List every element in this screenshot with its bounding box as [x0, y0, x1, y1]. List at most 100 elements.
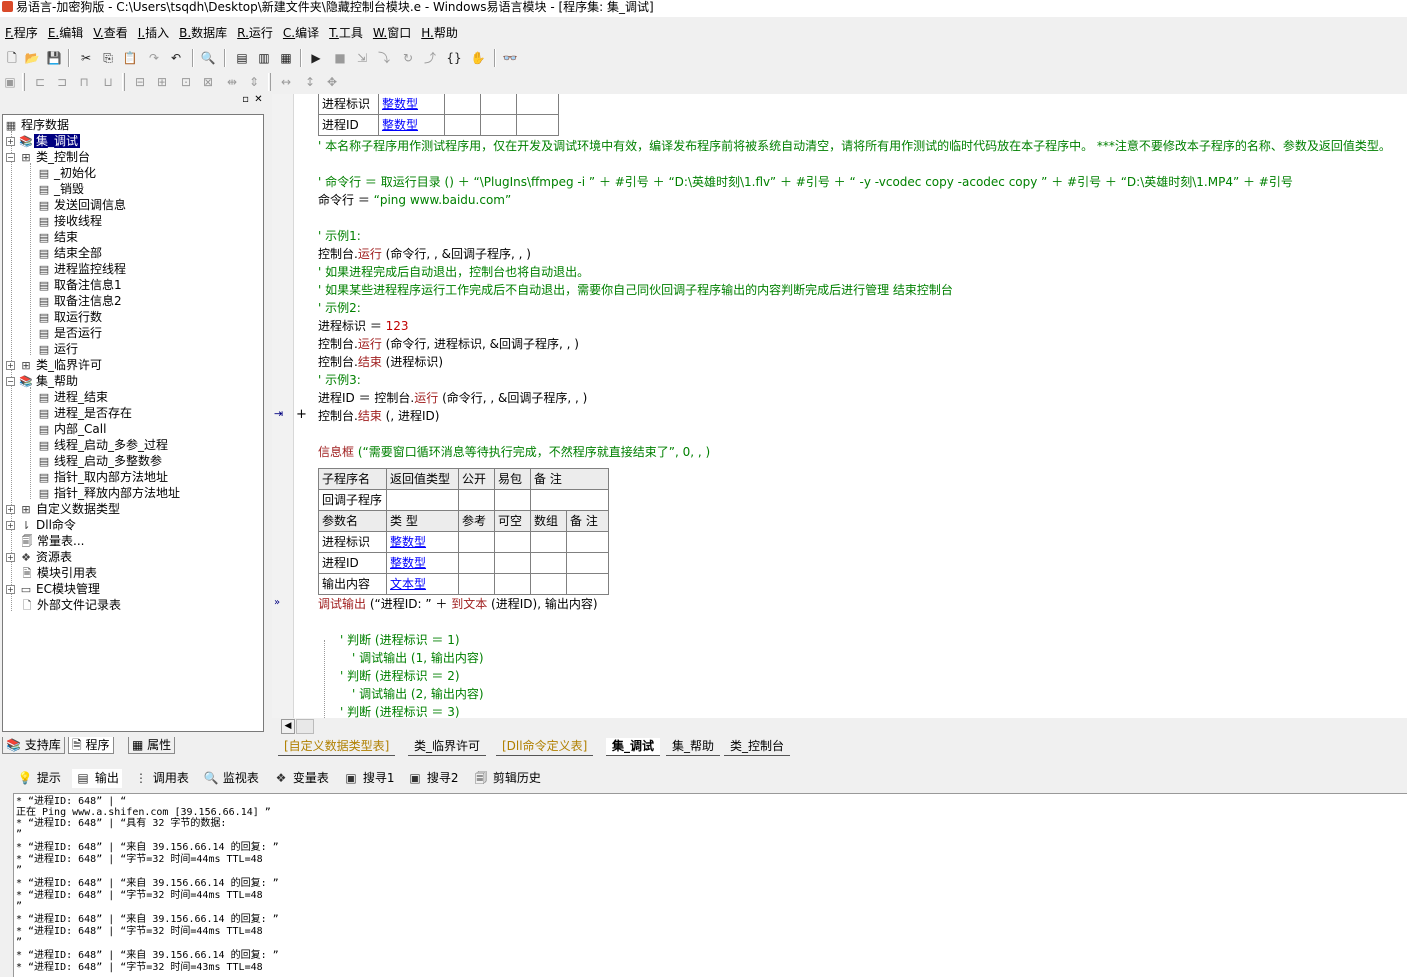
copy-icon[interactable]: ⎘ — [98, 49, 118, 67]
tree-item-class-critical[interactable]: + ⊞ 类_临界许可 — [6, 357, 104, 373]
output-pane[interactable]: * “进程ID: 648” | “ 正在 Ping www.a.shifen.c… — [13, 793, 1407, 977]
tree-item-method[interactable]: ▤ 进程_是否存在 — [36, 405, 134, 421]
find-icon[interactable]: 🔍 — [198, 49, 218, 67]
tree-item-method[interactable]: ▤ 进程_结束 — [36, 389, 110, 405]
tree-item-class-console[interactable]: − ⊞ 类_控制台 — [6, 149, 92, 165]
menu-run[interactable]: R.运行 — [232, 23, 278, 43]
step-icon[interactable]: ⇲ — [352, 49, 372, 67]
step-over-icon[interactable]: ↻ — [398, 49, 418, 67]
align-top-icon[interactable]: ⊓ — [74, 73, 94, 91]
tree-item-ec-modules[interactable]: + ▭ EC模块管理 — [6, 581, 102, 597]
scroll-thumb[interactable] — [296, 719, 314, 734]
size-both-icon[interactable]: ✥ — [322, 73, 342, 91]
space-v-icon[interactable]: ⇕ — [244, 73, 264, 91]
same-width-icon[interactable]: ⊡ — [176, 73, 196, 91]
tab-support-library[interactable]: 📚 支持库 — [2, 737, 65, 754]
menu-database[interactable]: B.数据库 — [174, 23, 232, 43]
tree-item-method[interactable]: ▤ 指针_取内部方法地址 — [36, 469, 170, 485]
breakpoint-arrow-icon[interactable]: ⇥ — [274, 407, 283, 420]
editor-hscrollbar[interactable]: ◀ — [272, 718, 1407, 735]
new-file-icon[interactable]: 🗋 — [2, 49, 22, 67]
code-editor[interactable]: ⇥ » + 进程标识 整数型 进程ID 整数型 ' 本名称子程序用作测试程序用，仅在… — [272, 94, 1407, 718]
layout3-icon[interactable]: ▦ — [276, 49, 296, 67]
tree-item-module-refs[interactable]: 🗎 模块引用表 — [19, 565, 99, 581]
menu-insert[interactable]: I.插入 — [133, 23, 174, 43]
tree-item-method[interactable]: ▤ 运行 — [36, 341, 80, 357]
step-into-icon[interactable]: ⤵ — [374, 49, 394, 67]
restore-panel-icon[interactable]: ▫ — [240, 95, 251, 106]
tree-item-custom-types[interactable]: + ⊞ 自定义数据类型 — [6, 501, 122, 517]
tree-item-method[interactable]: ▤ 线程_启动_多整数参 — [36, 453, 164, 469]
tree-item-method[interactable]: ▤ 发送回调信息 — [36, 197, 128, 213]
tree-item-method[interactable]: ▤ _初始化 — [36, 165, 98, 181]
layout2-icon[interactable]: ▥ — [254, 49, 274, 67]
menu-tools[interactable]: T.工具 — [324, 23, 368, 43]
tree-item-method[interactable]: ▤ 是否运行 — [36, 325, 104, 341]
tab-hint[interactable]: 💡 提示 — [14, 769, 64, 788]
expand-icon[interactable]: + — [6, 521, 15, 530]
tab-search1[interactable]: ▣ 搜寻1 — [340, 769, 397, 788]
save-icon[interactable]: 💾 — [44, 49, 64, 67]
tree-item-method[interactable]: ▤ 接收线程 — [36, 213, 104, 229]
tree-item-external-files[interactable]: 🗋 外部文件记录表 — [19, 597, 123, 613]
align-right-icon[interactable]: ⊐ — [52, 73, 72, 91]
tree-item-method[interactable]: ▤ 线程_启动_多参_过程 — [36, 437, 170, 453]
collapse-icon[interactable]: − — [6, 153, 15, 162]
collapse-icon[interactable]: − — [6, 377, 15, 386]
center-v-icon[interactable]: ⊞ — [152, 73, 172, 91]
tree-item-method[interactable]: ▤ 内部_Call — [36, 421, 108, 437]
tree-item-dll[interactable]: + ⇂ Dll命令 — [6, 517, 78, 533]
menu-compile[interactable]: C.编译 — [278, 23, 324, 43]
expand-icon[interactable]: + — [6, 361, 15, 370]
space-h-icon[interactable]: ⇹ — [222, 73, 242, 91]
menu-window[interactable]: W.窗口 — [368, 23, 416, 43]
align-left-icon[interactable]: ⊏ — [30, 73, 50, 91]
tab-call-table[interactable]: ⋮ 调用表 — [130, 769, 192, 788]
menu-program[interactable]: F.程序 — [0, 23, 43, 43]
tree-item-method[interactable]: ▤ _销毁 — [36, 181, 86, 197]
tree-item-method[interactable]: ▤ 进程监控线程 — [36, 261, 128, 277]
tree-item-method[interactable]: ▤ 取备注信息2 — [36, 293, 124, 309]
run-icon[interactable]: ▶ — [306, 49, 326, 67]
brace-icon[interactable]: {} — [444, 49, 464, 67]
same-height-icon[interactable]: ⊠ — [198, 73, 218, 91]
tree-item-method[interactable]: ▤ 结束 — [36, 229, 80, 245]
cut-icon[interactable]: ✂ — [76, 49, 96, 67]
tree-item-help-set[interactable]: − 📚 集_帮助 — [6, 373, 80, 389]
tree-item-program-data[interactable]: ▦ 程序数据 — [3, 117, 71, 133]
tab-clip-history[interactable]: 🗐 剪辑历史 — [470, 769, 544, 788]
tab-custom-types[interactable]: [自定义数据类型表] — [278, 738, 396, 756]
tab-console[interactable]: 类_控制台 — [724, 738, 791, 756]
tab-output[interactable]: ▤ 输出 — [72, 769, 122, 788]
open-file-icon[interactable]: 📂 — [22, 49, 42, 67]
tab-variables[interactable]: ❖ 变量表 — [270, 769, 332, 788]
step-out-icon[interactable]: ⤴ — [420, 49, 440, 67]
stop-icon[interactable]: ■ — [330, 49, 350, 67]
size-w-icon[interactable]: ↔ — [276, 73, 296, 91]
tab-help[interactable]: 集_帮助 — [666, 738, 721, 756]
center-h-icon[interactable]: ⊟ — [130, 73, 150, 91]
tab-search2[interactable]: ▣ 搜寻2 — [404, 769, 461, 788]
layout1-icon[interactable]: ▤ — [232, 49, 252, 67]
tree-item-method[interactable]: ▤ 指针_释放内部方法地址 — [36, 485, 182, 501]
size-h-icon[interactable]: ↕ — [300, 73, 320, 91]
tree-item-resources[interactable]: + ❖ 资源表 — [6, 549, 74, 565]
tab-debug[interactable]: 集_调试 — [606, 738, 661, 756]
tab-properties[interactable]: ▦ 属性 — [128, 737, 176, 754]
tree-item-debug-set[interactable]: + 📚 集_调试 — [6, 133, 81, 149]
align-grid-icon[interactable]: ▣ — [0, 73, 20, 91]
scroll-left-icon[interactable]: ◀ — [281, 719, 295, 734]
hand-icon[interactable]: ✋ — [468, 49, 488, 67]
menu-help[interactable]: H.帮助 — [416, 23, 463, 43]
tab-watch[interactable]: 🔍 监视表 — [200, 769, 262, 788]
paste-icon[interactable]: 📋 — [120, 49, 140, 67]
menu-view[interactable]: V.查看 — [88, 23, 133, 43]
tab-program[interactable]: 🗎 程序 — [68, 737, 114, 754]
align-bottom-icon[interactable]: ⊔ — [98, 73, 118, 91]
tree-item-method[interactable]: ▤ 取备注信息1 — [36, 277, 124, 293]
tree-item-constants[interactable]: 🗐 常量表... — [19, 533, 86, 549]
expand-icon[interactable]: + — [6, 553, 15, 562]
tree-item-method[interactable]: ▤ 取运行数 — [36, 309, 104, 325]
tab-dll-table[interactable]: [Dll命令定义表] — [496, 738, 594, 756]
expand-icon[interactable]: + — [6, 137, 15, 146]
